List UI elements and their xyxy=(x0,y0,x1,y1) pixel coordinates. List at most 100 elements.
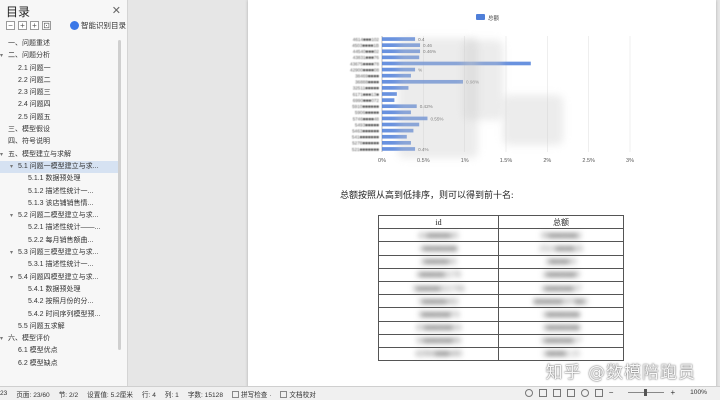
cell-value: 2■■■■65 xyxy=(545,257,577,267)
toc-item[interactable]: 2.1 问题一 xyxy=(0,63,118,75)
toc-item[interactable]: 5.1.1 数据预处理 xyxy=(0,173,118,185)
toc-item[interactable]: ▾ 六、模型评价 xyxy=(0,333,118,345)
cell-id: 4■■■■■■■ xyxy=(378,241,499,256)
y-tick-label: 6171■■■13■ xyxy=(353,92,380,97)
cell-id: 4■■■■■2178 xyxy=(378,267,499,282)
y-tick-label: 42900■■■■08 xyxy=(350,67,379,72)
expand-arrow-icon[interactable]: ▾ xyxy=(10,161,18,173)
status-setting: 设置值: 5.2厘米 xyxy=(87,391,133,399)
expand-arrow-icon[interactable]: ▾ xyxy=(0,149,8,161)
table-row: 4■■■■■2178 2■■■■■■9 xyxy=(378,267,625,282)
table-header-id: id xyxy=(378,214,499,230)
toc-item-label: 5.1.2 描述性统计一... xyxy=(28,187,94,195)
expand-all-button[interactable]: + xyxy=(18,21,27,30)
status-page[interactable]: 页面: 23/60 xyxy=(16,389,49,399)
watermark: 知乎 @数模陪跑员 xyxy=(545,363,696,383)
proofread-icon xyxy=(280,391,288,399)
x-tick-label: 1% xyxy=(461,158,469,164)
toc-title: 目录 xyxy=(6,5,31,19)
spell-check-label: 拼写检查 · xyxy=(241,391,272,399)
cell-value: 5■■■■■402 xyxy=(418,296,459,306)
cell-total: 1■■■■■■■ xyxy=(497,320,625,335)
status-words[interactable]: 字数: 15128 xyxy=(188,389,223,399)
toc-item-label: 5.4 问题四模型建立与求... xyxy=(18,273,99,281)
toc-item-label: 四、符号说明 xyxy=(8,138,50,146)
toc-item[interactable]: ▾ 5.3 问题三模型建立与求... xyxy=(0,247,118,259)
toc-item[interactable]: ▾ 5.1 问题一模型建立与求... xyxy=(0,160,118,174)
cell-value: 2■■■■■43 xyxy=(420,257,457,267)
blur-overlay xyxy=(463,40,503,120)
smart-toc-button[interactable]: 智能识别目录 xyxy=(70,20,126,31)
y-tick-label: 5746■■■■48 xyxy=(353,116,380,121)
expand-arrow-icon[interactable]: ▾ xyxy=(10,272,18,284)
x-tick-label: 0% xyxy=(378,158,386,164)
zoom-in-icon[interactable]: + xyxy=(670,388,675,397)
close-icon[interactable]: ✕ xyxy=(112,4,121,17)
toc-item[interactable]: 6.2 模型缺点 xyxy=(0,358,118,370)
y-tick-label: 44540■■■02 xyxy=(353,49,380,54)
toc-item[interactable]: ▾ 5.4 问题四模型建立与求... xyxy=(0,272,118,284)
toc-item[interactable]: ▾ 5.2 问题二模型建立与求... xyxy=(0,210,118,222)
toc-item[interactable]: 5.3.1 描述性统计一... xyxy=(0,259,118,271)
toc-item[interactable]: 5.1.2 描述性统计一... xyxy=(0,186,118,198)
globe-icon[interactable] xyxy=(580,388,589,397)
cell-value: 1■■■■■■37 xyxy=(540,283,582,293)
zoom-out-icon[interactable]: − xyxy=(609,388,614,397)
toc-item[interactable]: 5.1.3 该店铺销售情... xyxy=(0,198,118,210)
status-page-short: 23 xyxy=(0,390,8,397)
expand-arrow-icon[interactable]: ▾ xyxy=(0,50,8,62)
expand-arrow-icon[interactable]: ▾ xyxy=(0,333,8,345)
cell-total: 39■■■■■■2 xyxy=(497,228,625,243)
toc-settings-button[interactable]: ⊡ xyxy=(42,21,51,30)
cell-id: 5■■■■■321766 xyxy=(378,280,499,296)
expand-arrow-icon[interactable]: ▾ xyxy=(10,247,18,259)
collapse-all-button[interactable]: − xyxy=(6,21,15,30)
page-view-icon[interactable] xyxy=(538,388,547,397)
toc-item[interactable]: 四、符号说明 xyxy=(0,136,118,148)
bar-chart: 总额 0% 0.5% 1% 1.5% 2% 2.5% 3% 4614■■■102 0.4 4503■… xyxy=(248,0,716,170)
toc-item[interactable]: 5.4.2 时间序列模型预... xyxy=(0,309,118,321)
toc-item-label: 6.1 模型优点 xyxy=(18,347,58,355)
toc-item[interactable]: 2.3 问题三 xyxy=(0,87,118,99)
eye-icon[interactable] xyxy=(524,388,533,397)
toc-item[interactable]: 5.5 问题五求解 xyxy=(0,321,118,333)
toc-item[interactable]: 5.2.2 每月销售额曲... xyxy=(0,235,118,247)
outline-view-icon[interactable] xyxy=(552,388,561,397)
table-row: 5■■■■■402 ■■■■■■507■■1 xyxy=(378,294,625,309)
toc-item[interactable]: 三、模型假设 xyxy=(0,124,118,136)
document-area: 总额 0% 0.5% 1% 1.5% 2% 2.5% 3% 4614■■■102 0.4 4503■… xyxy=(128,0,720,386)
expand-arrow-icon[interactable]: ▾ xyxy=(10,210,18,222)
bar xyxy=(382,98,395,102)
zoom-slider-thumb[interactable] xyxy=(644,389,648,396)
table-row: 41■■■■■45 39■■■■■■2 xyxy=(378,228,625,243)
zoom-level[interactable]: 100% xyxy=(690,389,707,396)
edit-icon[interactable] xyxy=(594,388,603,397)
toc-item[interactable]: 5.4.2 按照月份的分... xyxy=(0,296,118,308)
toc-item[interactable]: 2.5 问题五 xyxy=(0,112,118,124)
web-view-icon[interactable] xyxy=(566,388,575,397)
toc-item[interactable]: 一、问题重述 xyxy=(0,38,118,50)
toc-item[interactable]: 5.4.1 数据预处理 xyxy=(0,284,118,296)
toc-item[interactable]: ▾ 二、问题分析 xyxy=(0,50,118,62)
legend-swatch xyxy=(476,14,485,20)
toc-scrollbar[interactable] xyxy=(118,40,121,350)
toc-item[interactable]: 5.2.1 描述性统计——... xyxy=(0,222,118,234)
spell-check-button[interactable]: 拼写检查 · xyxy=(232,389,271,399)
toc-item[interactable]: ▾ 五、模型建立与求解 xyxy=(0,149,118,161)
toc-item-label: 2.5 问题五 xyxy=(18,113,51,121)
y-tick-label: 5906■■■■■ xyxy=(355,110,379,115)
cell-total: 1■■■■■■■ xyxy=(497,307,625,322)
toc-item-label: 5.4.2 时间序列模型预... xyxy=(28,310,101,318)
cell-value: 3■■■■■■74 xyxy=(417,309,459,319)
toc-item[interactable]: 2.2 问题二 xyxy=(0,75,118,87)
top-ten-table: id 总额 41■■■■■45 39■■■■■■2 4■■■■■■■ 2521■■■■… xyxy=(378,214,625,362)
toc-item[interactable]: 6.1 模型优点 xyxy=(0,345,118,357)
proofread-button[interactable]: 文档校对 xyxy=(280,389,316,399)
zoom-slider[interactable] xyxy=(628,389,665,396)
cell-id: 5■■■■■402 xyxy=(378,294,499,309)
toc-item[interactable]: 2.4 问题四 xyxy=(0,99,118,111)
toc-item-label: 一、问题重述 xyxy=(8,40,50,47)
table-row: 45■■■■■■34 1■■■■■■■ xyxy=(378,320,625,335)
cell-id: 2■■■■■43 xyxy=(378,254,499,269)
add-heading-button[interactable]: + xyxy=(30,21,39,30)
